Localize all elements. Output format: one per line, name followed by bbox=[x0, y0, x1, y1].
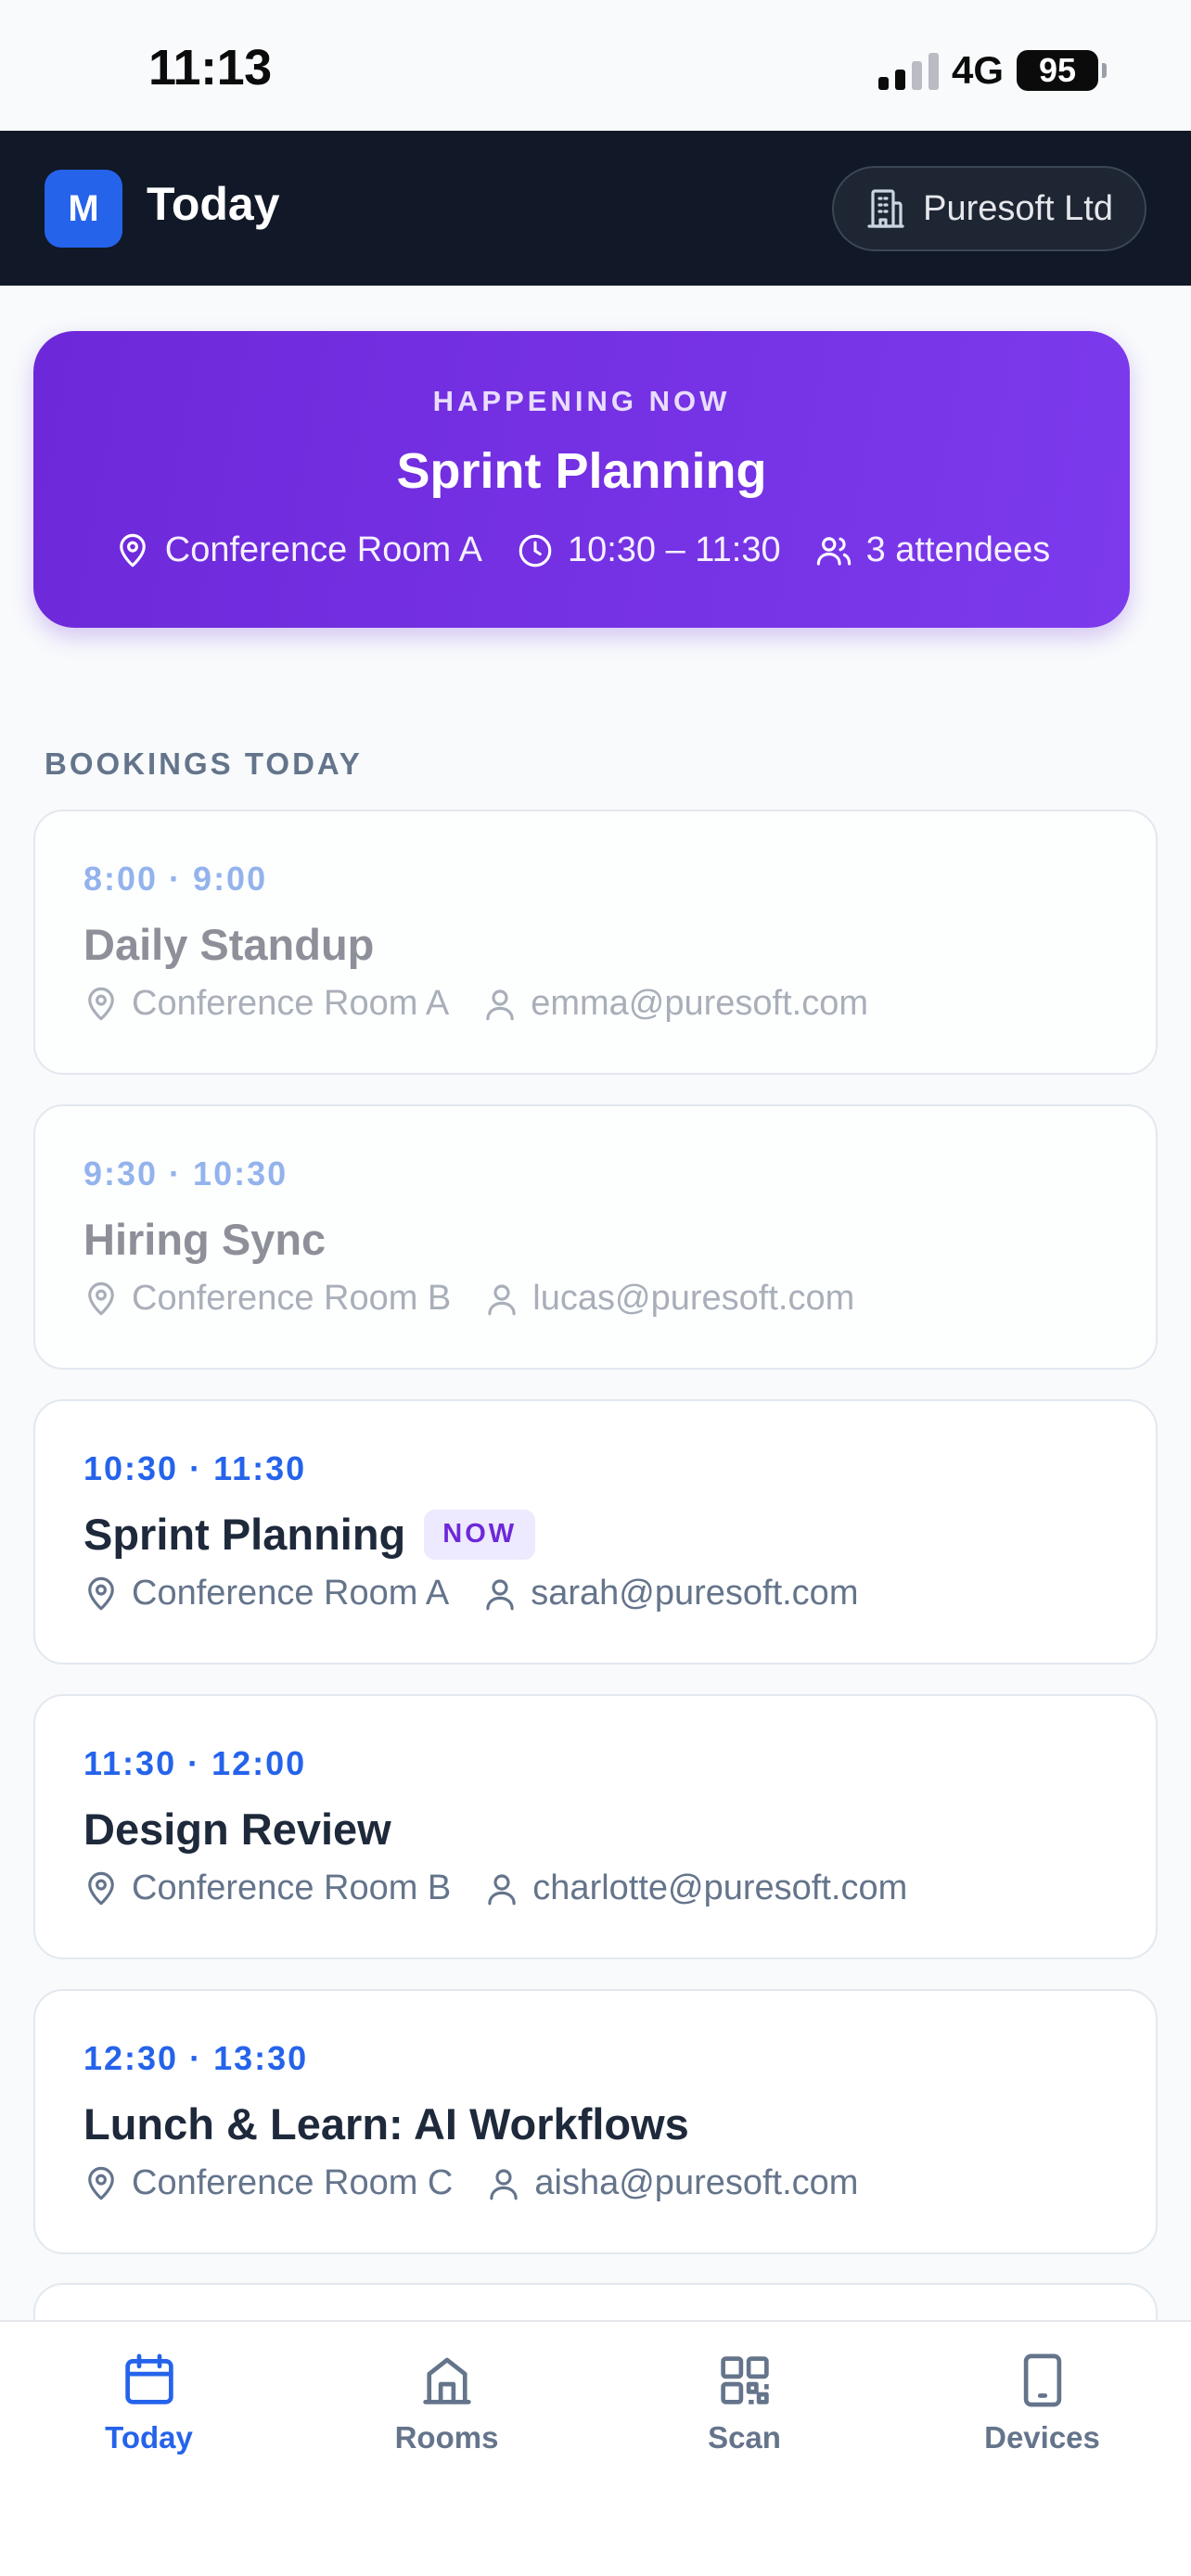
booking-time: 10:30 · 11:30 bbox=[83, 1449, 307, 1487]
happening-now-card[interactable]: HAPPENING NOW Sprint Planning Conference… bbox=[33, 331, 1130, 628]
user-icon bbox=[490, 2168, 519, 2200]
booking-organizer: lucas@puresoft.com bbox=[532, 1279, 855, 1318]
booking-title-row: Lunch & Learn: AI Workflows bbox=[83, 2098, 689, 2149]
tablet-icon bbox=[1023, 2353, 1061, 2407]
booking-title-row: Hiring Sync bbox=[83, 1214, 326, 1265]
booking-card[interactable]: 11:30 · 12:00 Design Review Conference R… bbox=[33, 1694, 1158, 1959]
booking-title: Sprint Planning bbox=[83, 1510, 406, 1559]
tab-today[interactable]: Today bbox=[0, 2350, 298, 2455]
location-pin-icon bbox=[88, 1576, 114, 1610]
user-icon bbox=[486, 1578, 514, 1610]
tab-label: Devices bbox=[984, 2420, 1100, 2455]
booking-room: Conference Room B bbox=[132, 1868, 452, 1907]
tab-label: Scan bbox=[708, 2420, 781, 2455]
app-logo[interactable]: M bbox=[45, 170, 122, 248]
booking-time: 8:00 · 9:00 bbox=[83, 860, 268, 898]
booking-meta: Conference Room B charlotte@puresoft.com bbox=[82, 1868, 907, 1908]
location-pin-icon bbox=[119, 533, 146, 567]
booking-card[interactable]: 12:30 · 13:30 Lunch & Learn: AI Workflow… bbox=[33, 1989, 1158, 2254]
location-pin-icon bbox=[88, 1282, 114, 1315]
tab-label: Today bbox=[105, 2420, 193, 2455]
section-heading: BOOKINGS TODAY bbox=[45, 746, 363, 781]
booking-meta: Conference Room A emma@puresoft.com bbox=[82, 984, 868, 1024]
happening-now-time: 10:30 – 11:30 bbox=[567, 530, 781, 569]
happening-now-room: Conference Room A bbox=[164, 530, 482, 569]
now-badge: NOW bbox=[424, 1509, 536, 1560]
booking-title-row: Sprint Planning NOW bbox=[83, 1509, 536, 1560]
tab-devices[interactable]: Devices bbox=[893, 2350, 1191, 2455]
tab-rooms[interactable]: Rooms bbox=[298, 2350, 596, 2455]
booking-time: 12:30 · 13:30 bbox=[83, 2039, 309, 2077]
booking-organizer: charlotte@puresoft.com bbox=[532, 1868, 908, 1907]
tab-label: Rooms bbox=[394, 2420, 499, 2455]
booking-title-row: Daily Standup bbox=[83, 919, 374, 970]
clock-icon bbox=[519, 534, 552, 567]
organization-name: Puresoft Ltd bbox=[923, 188, 1113, 228]
booking-room: Conference Room C bbox=[132, 2163, 454, 2202]
booking-title: Hiring Sync bbox=[83, 1215, 327, 1264]
status-indicators: 4G 95 bbox=[877, 46, 1107, 95]
location-pin-icon bbox=[88, 2166, 114, 2200]
location-pin-icon bbox=[88, 1871, 114, 1905]
building-icon bbox=[422, 2357, 471, 2404]
tab-scan[interactable]: Scan bbox=[596, 2350, 893, 2455]
booking-title: Design Review bbox=[83, 1804, 391, 1854]
booking-organizer: sarah@puresoft.com bbox=[531, 1574, 859, 1613]
booking-title: Lunch & Learn: AI Workflows bbox=[83, 2099, 689, 2149]
booking-meta: Conference Room A sarah@puresoft.com bbox=[82, 1574, 858, 1613]
booking-meta: Conference Room B lucas@puresoft.com bbox=[82, 1279, 854, 1319]
booking-title-row: Design Review bbox=[83, 1804, 391, 1855]
happening-now-title: Sprint Planning bbox=[396, 443, 767, 499]
booking-room: Conference Room B bbox=[132, 1279, 452, 1318]
user-icon bbox=[486, 988, 514, 1020]
location-pin-icon bbox=[88, 987, 114, 1020]
app-header: M Today Puresoft Ltd bbox=[0, 131, 1191, 286]
booking-card[interactable]: 8:00 · 9:00 Daily Standup Conference Roo… bbox=[33, 810, 1158, 1075]
happening-now-label: HAPPENING NOW bbox=[432, 385, 731, 417]
calendar-icon bbox=[124, 2353, 173, 2404]
booking-title: Daily Standup bbox=[83, 920, 375, 969]
status-bar: 11:13 4G 95 bbox=[0, 0, 1191, 131]
battery-icon: 95 bbox=[1017, 50, 1107, 91]
page-title: Today bbox=[147, 178, 280, 230]
booking-room: Conference Room A bbox=[132, 1574, 450, 1613]
bottom-tab-bar: Today Rooms Scan Devices bbox=[0, 2320, 1191, 2576]
building-icon bbox=[867, 189, 904, 228]
booking-time: 11:30 · 12:00 bbox=[83, 1744, 307, 1782]
qr-code-icon bbox=[720, 2356, 769, 2404]
status-time: 11:13 bbox=[148, 40, 272, 96]
booking-time: 9:30 · 10:30 bbox=[83, 1154, 288, 1192]
booking-room: Conference Room A bbox=[132, 984, 450, 1023]
signal-icon bbox=[877, 51, 939, 90]
booking-card[interactable]: 10:30 · 11:30 Sprint Planning NOW Confer… bbox=[33, 1399, 1158, 1664]
organization-switcher[interactable]: Puresoft Ltd bbox=[832, 166, 1146, 251]
booking-meta: Conference Room C aisha@puresoft.com bbox=[82, 2163, 858, 2203]
happening-now-attendees: 3 attendees bbox=[865, 530, 1051, 569]
user-icon bbox=[488, 1283, 516, 1315]
booking-organizer: aisha@puresoft.com bbox=[534, 2163, 859, 2202]
booking-organizer: emma@puresoft.com bbox=[531, 984, 868, 1023]
booking-card[interactable]: 9:30 · 10:30 Hiring Sync Conference Room… bbox=[33, 1104, 1158, 1370]
network-type: 4G bbox=[951, 48, 1004, 92]
happening-now-meta: Conference Room A 10:30 – 11:30 3 attend… bbox=[33, 530, 1130, 570]
user-icon bbox=[488, 1873, 516, 1905]
battery-level: 95 bbox=[1038, 51, 1077, 89]
attendees-icon bbox=[816, 536, 851, 566]
